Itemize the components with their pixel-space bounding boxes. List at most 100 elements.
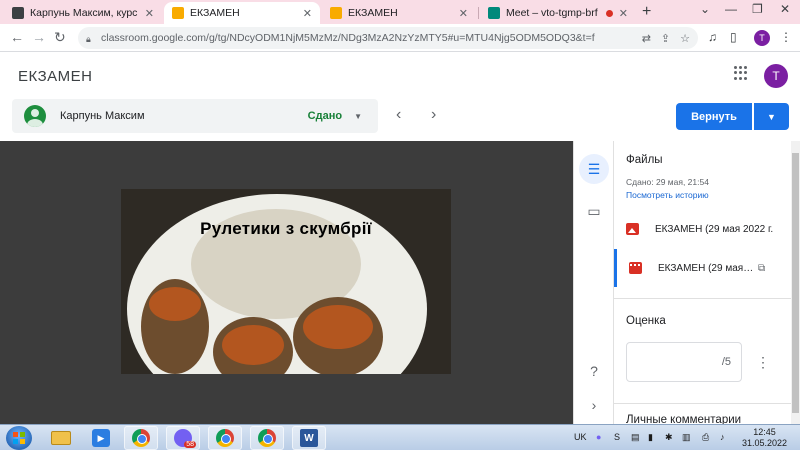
file-name: ЕКЗАМЕН (29 мая 2022 г. xyxy=(658,262,754,274)
bookmark-star-icon[interactable]: ☆ xyxy=(680,32,690,45)
system-clock[interactable]: 12:45 31.05.2022 xyxy=(742,427,787,449)
account-avatar[interactable]: T xyxy=(764,64,788,88)
google-apps-icon[interactable] xyxy=(734,66,748,80)
keyboard-language[interactable]: UK xyxy=(574,432,587,442)
maximize-icon[interactable]: ❐ xyxy=(752,2,763,16)
tab-title: ЕКЗАМЕН xyxy=(348,7,398,19)
classroom-favicon-icon xyxy=(172,7,184,19)
details-panel: Файлы Сдано: 29 мая, 21:54 Посмотреть ис… xyxy=(613,141,800,424)
word-taskbar-icon[interactable]: W xyxy=(292,426,326,450)
chrome-taskbar-icon[interactable] xyxy=(124,426,158,450)
tab-separator xyxy=(478,7,479,19)
expand-panel-icon[interactable]: › xyxy=(579,390,609,420)
printer-tray-icon[interactable]: ⎙ xyxy=(702,432,709,443)
media-player-icon[interactable]: ▶ xyxy=(84,426,118,450)
close-tab-icon[interactable]: ✕ xyxy=(459,7,468,20)
help-icon[interactable]: ? xyxy=(579,356,609,386)
image-file-icon xyxy=(626,223,639,235)
browser-tab-2[interactable]: ЕКЗАМЕН ✕ xyxy=(164,2,320,24)
start-button[interactable] xyxy=(6,426,32,450)
side-rail: ☰ ▭ ? › xyxy=(573,141,613,424)
back-icon[interactable]: ← xyxy=(10,29,24,45)
browser-menu-icon[interactable]: ⋮ xyxy=(780,30,792,44)
previous-student-icon[interactable]: ‹ xyxy=(396,106,401,124)
reload-icon[interactable]: ↻ xyxy=(54,29,66,46)
file-item-selected[interactable]: ЕКЗАМЕН (29 мая 2022 г. ⧉ xyxy=(614,249,792,287)
chrome-profile-taskbar-icon[interactable] xyxy=(250,426,284,450)
browser-tab-1[interactable]: Карпунь Максим, курс "ХТ ✕ xyxy=(4,2,162,24)
divider xyxy=(614,298,800,299)
tab-search-icon[interactable]: ⌄ xyxy=(700,2,710,16)
clock-time: 12:45 xyxy=(753,427,776,437)
grade-input[interactable]: /5 xyxy=(626,342,742,382)
more-options-icon[interactable]: ⋮ xyxy=(756,354,770,371)
next-student-icon[interactable]: › xyxy=(431,106,436,124)
comments-panel-icon[interactable]: ▭ xyxy=(579,196,609,226)
browser-tab-3[interactable]: ЕКЗАМЕН ✕ xyxy=(322,2,476,24)
clock-date: 31.05.2022 xyxy=(742,438,788,448)
return-options-icon[interactable]: ▼ xyxy=(754,103,789,130)
page-title: ЕКЗАМЕН xyxy=(18,68,93,85)
private-comments-heading: Личные комментарии xyxy=(626,414,742,424)
minimize-icon[interactable]: — xyxy=(725,2,737,16)
lock-icon: 🔒︎ xyxy=(86,33,91,44)
file-name: ЕКЗАМЕН (29 мая 2022 г. xyxy=(655,223,774,235)
files-heading: Файлы xyxy=(626,154,663,166)
classroom-favicon-icon xyxy=(12,7,24,19)
browser-tab-4[interactable]: Meet – vto-tgmp-brf ✕ xyxy=(480,2,636,24)
student-selector[interactable]: Карпунь Максим Сдано ▼ xyxy=(12,99,378,133)
classroom-favicon-icon xyxy=(330,7,342,19)
view-history-link[interactable]: Посмотреть историю xyxy=(626,190,709,200)
tab-title: ЕКЗАМЕН xyxy=(190,7,240,19)
new-tab-button[interactable]: + xyxy=(642,3,651,21)
meet-favicon-icon xyxy=(488,7,500,19)
signal-tray-icon[interactable]: ▥ xyxy=(682,432,691,443)
viber-tray-icon[interactable]: ● xyxy=(596,432,601,442)
network-tray-icon[interactable]: ▤ xyxy=(631,432,640,443)
skype-tray-icon[interactable]: S xyxy=(614,432,620,442)
submission-time: Сдано: 29 мая, 21:54 xyxy=(626,177,709,187)
divider xyxy=(614,403,800,404)
submission-status: Сдано xyxy=(307,110,343,122)
return-button[interactable]: Вернуть xyxy=(676,103,752,130)
fish-roll-graphic xyxy=(141,279,209,374)
media-control-icon[interactable]: ♫ xyxy=(708,30,717,44)
dropdown-arrow-icon[interactable]: ▼ xyxy=(354,112,362,121)
files-panel-icon[interactable]: ☰ xyxy=(579,154,609,184)
forward-icon[interactable]: → xyxy=(32,29,46,45)
student-avatar xyxy=(24,105,46,127)
translate-icon[interactable]: ⇄ xyxy=(642,32,651,45)
fish-roll-graphic xyxy=(293,297,383,374)
student-name: Карпунь Максим xyxy=(60,110,145,122)
address-bar[interactable]: 🔒︎ classroom.google.com/g/tg/NDcyODM1NjM… xyxy=(78,27,698,49)
open-in-new-icon[interactable]: ⧉ xyxy=(758,263,765,274)
browser-toolbar: ← → ↻ 🔒︎ classroom.google.com/g/tg/NDcyO… xyxy=(0,24,800,52)
panel-scrollbar[interactable] xyxy=(791,141,800,424)
close-tab-icon[interactable]: ✕ xyxy=(303,7,312,20)
browser-tab-strip: Карпунь Максим, курс "ХТ ✕ ЕКЗАМЕН ✕ ЕКЗ… xyxy=(0,0,800,24)
file-explorer-icon[interactable] xyxy=(44,426,78,450)
close-tab-icon[interactable]: ✕ xyxy=(619,7,628,20)
tab-title: Карпунь Максим, курс "ХТ xyxy=(30,7,139,19)
bluetooth-tray-icon[interactable]: ✱ xyxy=(665,432,673,443)
grade-heading: Оценка xyxy=(626,315,666,327)
volume-tray-icon[interactable]: ♪ xyxy=(720,432,725,442)
side-panel-icon[interactable]: ▯ xyxy=(730,30,737,44)
grade-max: /5 xyxy=(721,356,731,368)
submitted-photo: Рулетики з скумбрії xyxy=(121,189,451,374)
viber-taskbar-icon[interactable]: 58 xyxy=(166,426,200,450)
windows-taskbar: ▶ 58 W UK ● S ▤ ▮ ✱ ▥ ⎙ ♪ 12:45 31.05.20… xyxy=(0,424,800,450)
close-tab-icon[interactable]: ✕ xyxy=(145,7,154,20)
classroom-header: ЕКЗАМЕН xyxy=(0,52,800,102)
tab-title: Meet – vto-tgmp-brf xyxy=(506,7,598,19)
file-item[interactable]: ЕКЗАМЕН (29 мая 2022 г. xyxy=(614,210,792,248)
photo-caption: Рулетики з скумбрії xyxy=(200,219,372,238)
url-text: classroom.google.com/g/tg/NDcyODM1NjM5Mz… xyxy=(101,32,595,44)
video-file-icon xyxy=(629,262,642,274)
battery-tray-icon[interactable]: ▮ xyxy=(648,432,653,443)
close-window-icon[interactable]: ✕ xyxy=(780,2,790,16)
viber-badge: 58 xyxy=(184,441,196,448)
share-icon[interactable]: ⇪ xyxy=(661,32,670,45)
browser-profile-avatar[interactable]: T xyxy=(754,30,770,46)
chrome-taskbar-icon[interactable] xyxy=(208,426,242,450)
